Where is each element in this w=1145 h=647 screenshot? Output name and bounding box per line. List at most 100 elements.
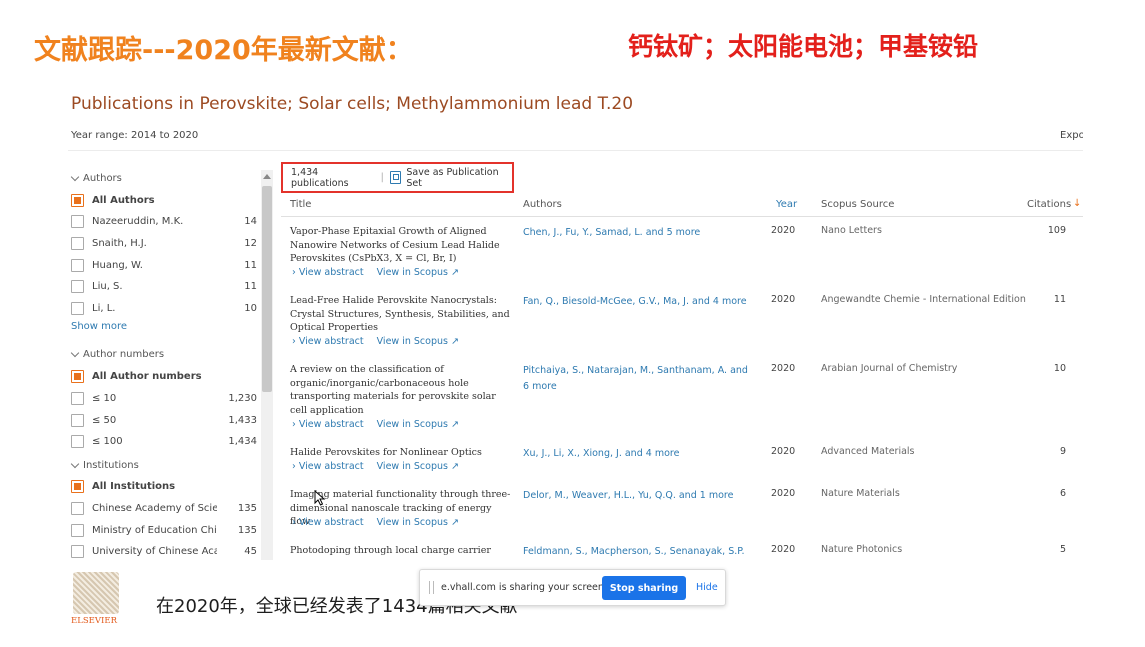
results-count: 1,434 publications [291, 166, 349, 189]
filter-label: Huang, W. [92, 259, 143, 271]
result-row: A review on the classification of organi… [281, 363, 1083, 435]
checkbox-checked[interactable] [71, 193, 84, 207]
filter-count: 10 [244, 302, 257, 314]
filter-all-authors[interactable]: All Authors [71, 192, 257, 208]
result-source: Nature Photonics [821, 544, 903, 555]
show-more-link[interactable]: Show more [71, 321, 127, 332]
result-authors[interactable]: Pitchaiya, S., Natarajan, M., Santhanam,… [523, 363, 748, 395]
result-title[interactable]: A review on the classification of organi… [290, 363, 512, 417]
filter-item-institution[interactable]: University of Chinese Academy 45 [71, 543, 257, 559]
result-title[interactable]: Lead-Free Halide Perovskite Nanocrystals… [290, 294, 512, 335]
year-range: Year range: 2014 to 2020 [71, 130, 199, 141]
checkbox-checked[interactable] [71, 369, 84, 383]
result-authors[interactable]: Feldmann, S., Macpherson, S., Senanayak,… [523, 544, 748, 560]
filter-item-author-number[interactable]: ≤ 10 1,230 [71, 390, 257, 406]
checkbox[interactable] [71, 214, 84, 228]
view-in-scopus-link[interactable]: View in Scopus ↗ [377, 336, 459, 347]
filter-count: 11 [244, 259, 257, 271]
view-abstract-link[interactable]: View abstract [299, 461, 364, 472]
chevron-down-icon [70, 459, 80, 468]
checkbox[interactable] [71, 413, 84, 427]
view-abstract-link[interactable]: View abstract [299, 419, 364, 430]
checkbox[interactable] [71, 391, 84, 405]
result-title[interactable]: Halide Perovskites for Nonlinear Optics [290, 446, 512, 460]
authors-filter-header[interactable]: Authors [70, 171, 122, 185]
scroll-up-arrow-icon[interactable] [263, 174, 271, 179]
institutions-filter-header[interactable]: Institutions [70, 458, 139, 472]
column-header-citations[interactable]: Citations [1027, 199, 1071, 210]
result-citations: 109 [1047, 225, 1066, 236]
sort-down-arrow-icon[interactable]: ↓ [1073, 198, 1081, 209]
chevron-right-icon: › [292, 461, 296, 472]
mouse-cursor-icon [314, 490, 326, 506]
checkbox[interactable] [71, 544, 84, 558]
drag-handle-icon[interactable] [429, 581, 434, 594]
chevron-right-icon: › [292, 517, 296, 528]
filter-label: Li, L. [92, 302, 116, 314]
result-year: 2020 [771, 225, 796, 236]
export-link[interactable]: Expo [1060, 130, 1083, 141]
scrollbar-thumb[interactable] [262, 186, 272, 392]
authors-filter-title: Authors [83, 172, 122, 184]
view-in-scopus-link[interactable]: View in Scopus ↗ [377, 517, 459, 528]
result-title[interactable]: Photodoping through local charge carrier [290, 544, 512, 558]
result-authors[interactable]: Delor, M., Weaver, H.L., Yu, Q.Q. and 1 … [523, 488, 748, 504]
filter-all-author-numbers[interactable]: All Author numbers [71, 368, 257, 384]
filter-label: Nazeeruddin, M.K. [92, 215, 184, 227]
column-header-year[interactable]: Year [776, 199, 797, 210]
result-authors[interactable]: Chen, J., Fu, Y., Samad, L. and 5 more [523, 225, 748, 241]
view-abstract-link[interactable]: View abstract [299, 517, 364, 528]
checkbox-checked[interactable] [71, 479, 84, 493]
filter-label: University of Chinese Academy [92, 545, 217, 557]
filter-count: 1,434 [228, 435, 257, 447]
column-header-source[interactable]: Scopus Source [821, 199, 894, 210]
view-abstract-link[interactable]: View abstract [299, 267, 364, 278]
checkbox[interactable] [71, 523, 84, 537]
result-row: Imaging material functionality through t… [281, 488, 1083, 536]
checkbox[interactable] [71, 279, 84, 293]
checkbox[interactable] [71, 236, 84, 250]
filter-item-institution[interactable]: Ministry of Education China 135 [71, 522, 257, 538]
view-abstract-link[interactable]: View abstract [299, 336, 364, 347]
result-title[interactable]: Vapor-Phase Epitaxial Growth of Aligned … [290, 225, 512, 266]
checkbox[interactable] [71, 434, 84, 448]
result-row: Halide Perovskites for Nonlinear Optics … [281, 446, 1083, 482]
filter-item-author[interactable]: Nazeeruddin, M.K. 14 [71, 213, 257, 229]
filter-item-author-number[interactable]: ≤ 100 1,434 [71, 433, 257, 449]
save-set-icon[interactable] [389, 171, 402, 184]
checkbox[interactable] [71, 258, 84, 272]
save-publication-set-button[interactable]: Save as Publication Set [406, 167, 512, 189]
column-header-authors[interactable]: Authors [523, 199, 562, 210]
result-links: › View abstract View in Scopus ↗ [292, 419, 459, 430]
result-authors[interactable]: Xu, J., Li, X., Xiong, J. and 4 more [523, 446, 748, 462]
elsevier-tree-emblem [73, 572, 119, 614]
filter-item-institution[interactable]: Chinese Academy of Sciences 135 [71, 500, 257, 516]
author-numbers-filter-header[interactable]: Author numbers [70, 347, 165, 361]
separator: | [380, 172, 384, 183]
hide-share-bar-button[interactable]: Hide [696, 582, 718, 593]
result-authors[interactable]: Fan, Q., Biesold-McGee, G.V., Ma, J. and… [523, 294, 748, 310]
filter-label: Chinese Academy of Sciences [92, 502, 217, 514]
view-in-scopus-link[interactable]: View in Scopus ↗ [377, 461, 459, 472]
view-in-scopus-link[interactable]: View in Scopus ↗ [377, 419, 459, 430]
checkbox[interactable] [71, 501, 84, 515]
filter-count: 45 [244, 545, 257, 557]
institutions-filter-title: Institutions [83, 459, 139, 471]
filter-item-author[interactable]: Snaith, H.J. 12 [71, 235, 257, 251]
screen-share-bar: e.vhall.com is sharing your screen. Stop… [419, 569, 726, 606]
filter-all-institutions[interactable]: All Institutions [71, 478, 257, 494]
author-numbers-filter-title: Author numbers [83, 348, 165, 360]
elsevier-logo: ELSEVIER [71, 572, 121, 627]
filter-item-author[interactable]: Liu, S. 11 [71, 278, 257, 294]
filter-item-author[interactable]: Huang, W. 11 [71, 257, 257, 273]
filter-item-author[interactable]: Li, L. 10 [71, 300, 257, 316]
result-row: Photodoping through local charge carrier… [281, 544, 1083, 560]
checkbox[interactable] [71, 301, 84, 315]
filter-item-author-number[interactable]: ≤ 50 1,433 [71, 412, 257, 428]
stop-sharing-button[interactable]: Stop sharing [602, 576, 686, 600]
view-in-scopus-link[interactable]: View in Scopus ↗ [377, 267, 459, 278]
result-links: › View abstract View in Scopus ↗ [292, 267, 459, 278]
chevron-down-icon [70, 172, 80, 181]
result-citations: 6 [1059, 488, 1066, 499]
column-header-title[interactable]: Title [290, 199, 311, 210]
